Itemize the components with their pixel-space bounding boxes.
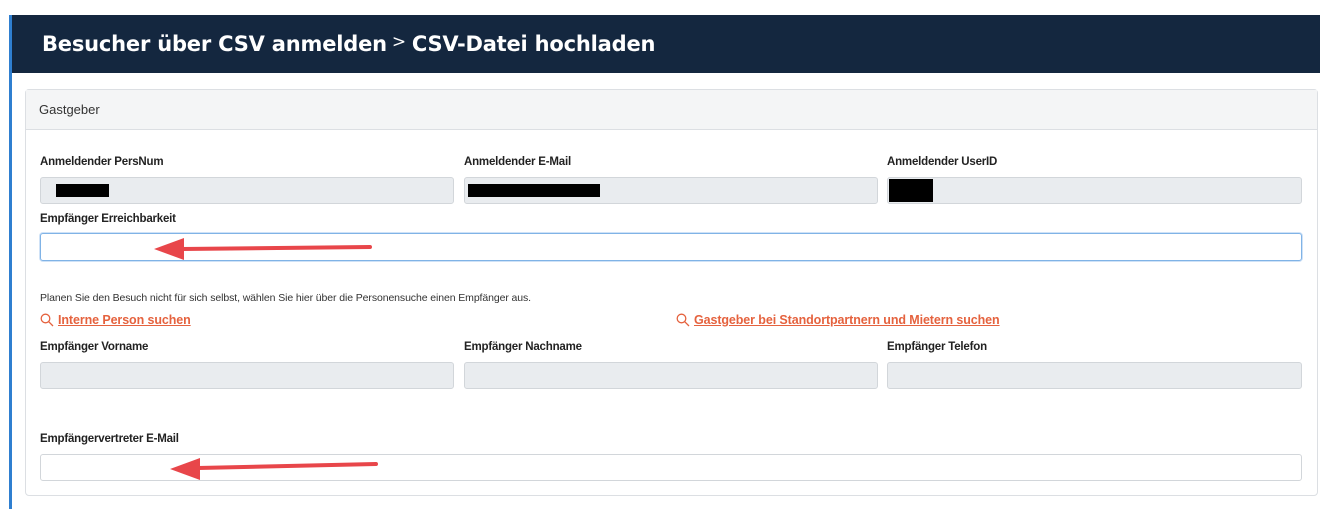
breadcrumb-separator: > xyxy=(391,32,406,52)
card-title: Gastgeber xyxy=(39,102,100,117)
email-label: Anmeldender E-Mail xyxy=(464,156,571,168)
hint-text: Planen Sie den Besuch nicht für sich sel… xyxy=(40,292,531,304)
nachname-label: Empfänger Nachname xyxy=(464,341,582,353)
page-header: Besucher über CSV anmelden > CSV-Datei h… xyxy=(12,15,1320,73)
userid-label: Anmeldender UserID xyxy=(887,156,998,168)
arrow-annotation-icon xyxy=(170,458,378,480)
card-header: Gastgeber xyxy=(26,90,1317,130)
erreichbarkeit-label: Empfänger Erreichbarkeit xyxy=(40,213,176,225)
interne-person-suchen-link[interactable]: Interne Person suchen xyxy=(40,313,191,327)
breadcrumb-parent[interactable]: Besucher über CSV anmelden xyxy=(42,32,387,56)
redaction-box xyxy=(56,184,109,197)
userid-field[interactable] xyxy=(887,177,1302,204)
left-accent-bar xyxy=(9,15,12,509)
vorname-field[interactable] xyxy=(40,362,454,389)
search-icon xyxy=(676,313,690,327)
vertreter-email-label: Empfängervertreter E-Mail xyxy=(40,433,179,445)
gastgeber-suchen-label: Gastgeber bei Standortpartnern und Miete… xyxy=(694,313,1000,327)
vorname-label: Empfänger Vorname xyxy=(40,341,149,353)
telefon-label: Empfänger Telefon xyxy=(887,341,987,353)
arrow-annotation-icon xyxy=(154,238,372,260)
gastgeber-suchen-link[interactable]: Gastgeber bei Standortpartnern und Miete… xyxy=(676,313,1000,327)
search-icon xyxy=(40,313,54,327)
telefon-field[interactable] xyxy=(887,362,1302,389)
redaction-box xyxy=(889,179,933,202)
breadcrumb-current: CSV-Datei hochladen xyxy=(411,32,656,56)
pers-num-label: Anmeldender PersNum xyxy=(40,156,164,168)
nachname-field[interactable] xyxy=(464,362,878,389)
interne-person-suchen-label: Interne Person suchen xyxy=(58,313,191,327)
redaction-box xyxy=(468,184,600,197)
